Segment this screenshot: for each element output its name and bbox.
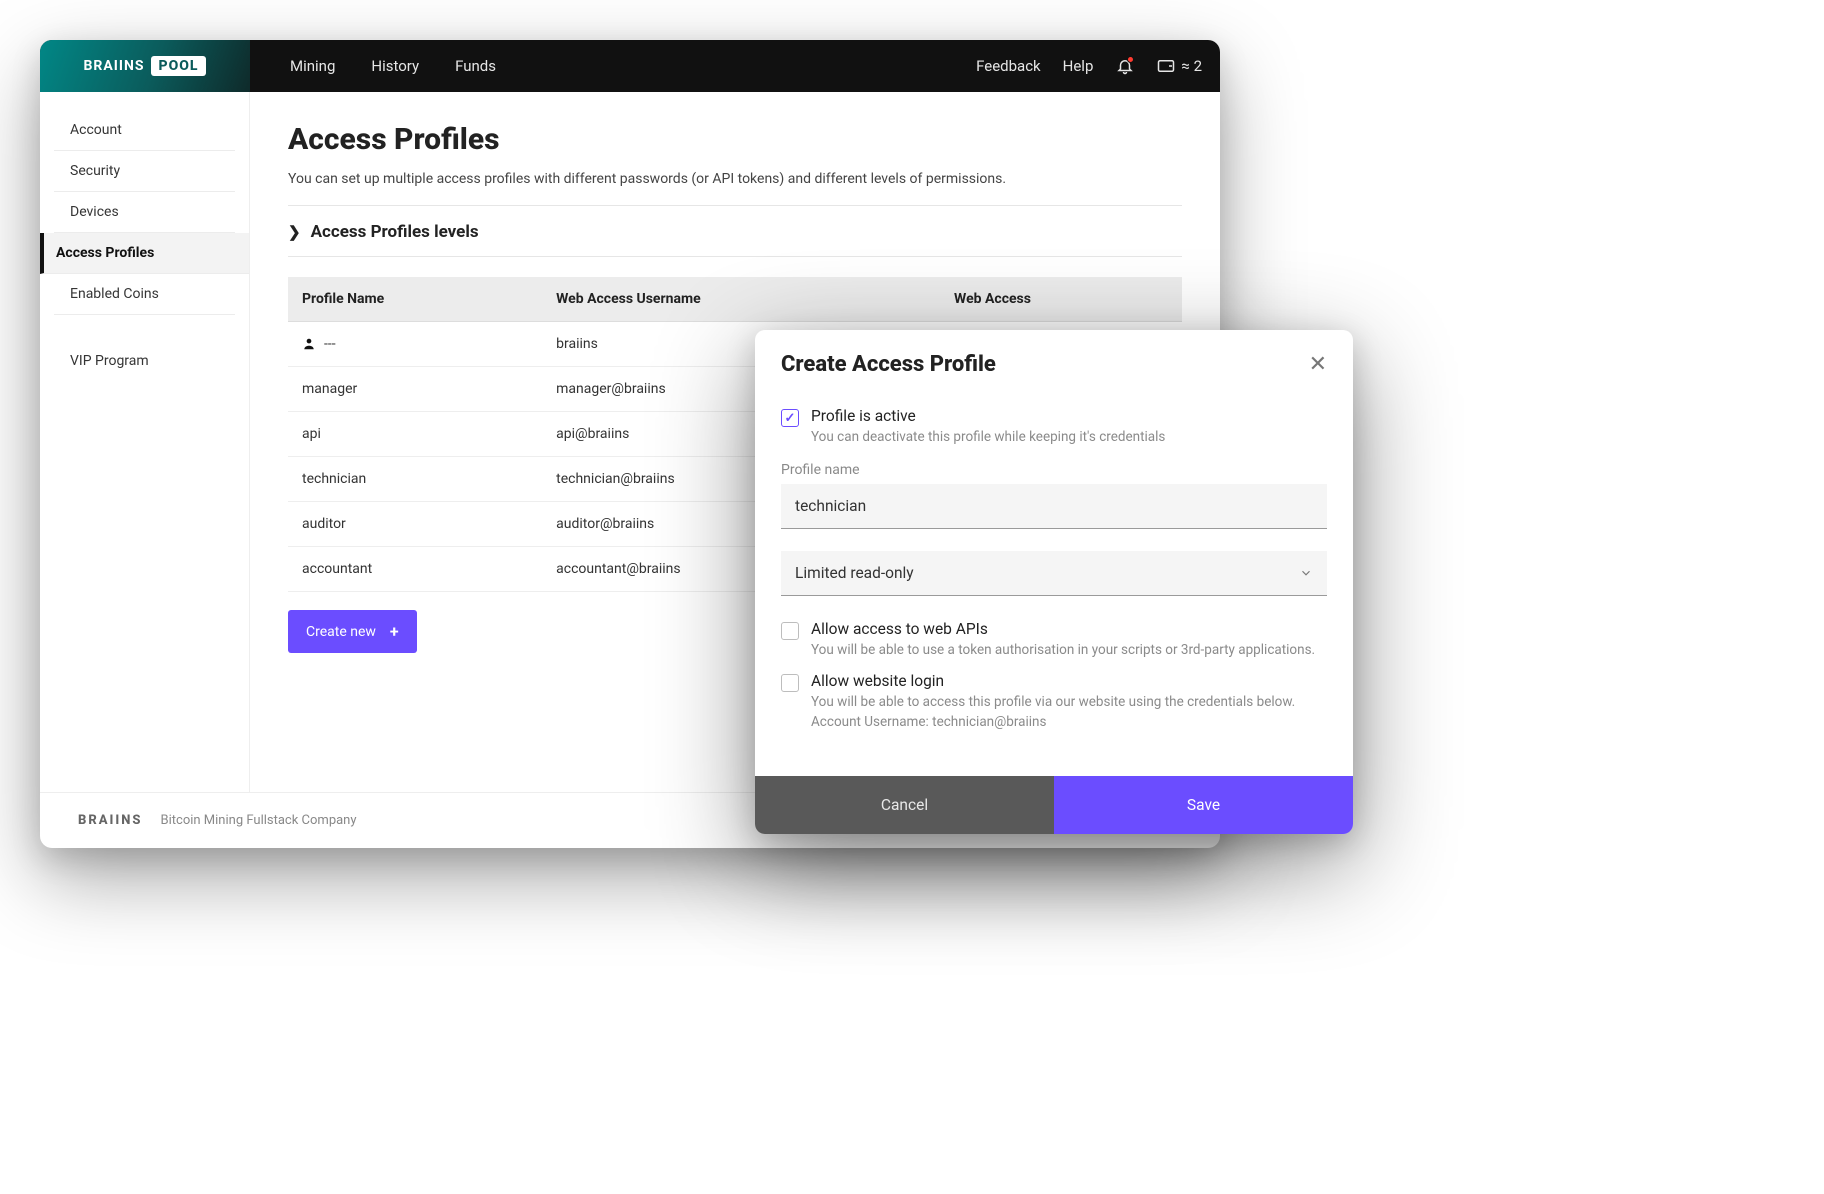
plus-icon: + bbox=[390, 622, 399, 641]
weblogin-row: Allow website login You will be able to … bbox=[781, 672, 1327, 732]
api-checkbox[interactable] bbox=[781, 622, 799, 640]
col-username: Web Access Username bbox=[542, 277, 940, 322]
cell-profile-name: api bbox=[288, 412, 542, 457]
active-desc: You can deactivate this profile while ke… bbox=[811, 428, 1165, 448]
top-right: Feedback Help ≈ 2 bbox=[976, 56, 1220, 76]
sidebar-item-devices[interactable]: Devices bbox=[54, 192, 235, 233]
page-title: Access Profiles bbox=[288, 122, 1182, 157]
top-nav: Mining History Funds bbox=[290, 57, 496, 75]
levels-toggle[interactable]: ❯ Access Profiles levels bbox=[288, 222, 1182, 242]
nav-history[interactable]: History bbox=[371, 57, 419, 75]
permission-select[interactable]: Limited read-only bbox=[781, 551, 1327, 596]
help-link[interactable]: Help bbox=[1063, 57, 1094, 75]
brand-logo[interactable]: BRAIINS POOL bbox=[40, 40, 250, 92]
sidebar-item-access-profiles[interactable]: Access Profiles bbox=[40, 233, 249, 274]
chevron-down-icon bbox=[1299, 566, 1313, 580]
sidebar: Account Security Devices Access Profiles… bbox=[40, 92, 250, 792]
permission-value: Limited read-only bbox=[795, 564, 914, 582]
divider bbox=[288, 205, 1182, 206]
nav-funds[interactable]: Funds bbox=[455, 57, 496, 75]
wallet-balance[interactable]: ≈ 2 bbox=[1157, 57, 1202, 75]
active-label: Profile is active bbox=[811, 407, 1165, 425]
create-new-label: Create new bbox=[306, 624, 376, 640]
save-button[interactable]: Save bbox=[1054, 776, 1353, 834]
notifications-icon[interactable] bbox=[1115, 56, 1135, 76]
api-row: Allow access to web APIs You will be abl… bbox=[781, 620, 1327, 661]
cancel-button[interactable]: Cancel bbox=[755, 776, 1054, 834]
col-web-access: Web Access bbox=[940, 277, 1182, 322]
api-desc: You will be able to use a token authoris… bbox=[811, 641, 1315, 661]
create-profile-modal: Create Access Profile ✕ Profile is activ… bbox=[755, 330, 1353, 834]
nav-mining[interactable]: Mining bbox=[290, 57, 335, 75]
active-row: Profile is active You can deactivate thi… bbox=[781, 407, 1327, 448]
logo-text-1: BRAIINS bbox=[84, 58, 145, 74]
create-new-button[interactable]: Create new + bbox=[288, 610, 417, 653]
feedback-link[interactable]: Feedback bbox=[976, 57, 1041, 75]
sidebar-item-enabled-coins[interactable]: Enabled Coins bbox=[54, 274, 235, 315]
topbar: BRAIINS POOL Mining History Funds Feedba… bbox=[40, 40, 1220, 92]
sidebar-item-vip[interactable]: VIP Program bbox=[54, 341, 235, 381]
modal-body: Profile is active You can deactivate thi… bbox=[755, 385, 1353, 764]
cell-profile-name: auditor bbox=[288, 502, 542, 547]
close-icon[interactable]: ✕ bbox=[1309, 352, 1327, 377]
divider bbox=[288, 256, 1182, 257]
weblogin-checkbox[interactable] bbox=[781, 674, 799, 692]
cell-profile-name: technician bbox=[288, 457, 542, 502]
col-profile-name: Profile Name bbox=[288, 277, 542, 322]
wallet-amount: ≈ 2 bbox=[1181, 57, 1202, 75]
cell-profile-name: --- bbox=[288, 322, 542, 367]
modal-header: Create Access Profile ✕ bbox=[755, 330, 1353, 385]
weblogin-label: Allow website login bbox=[811, 672, 1295, 690]
profile-name-input[interactable] bbox=[781, 484, 1327, 529]
user-icon bbox=[302, 337, 316, 351]
api-label: Allow access to web APIs bbox=[811, 620, 1315, 638]
footer-logo: BRAIINS bbox=[78, 813, 143, 828]
levels-label: Access Profiles levels bbox=[311, 222, 479, 242]
chevron-right-icon: ❯ bbox=[288, 223, 301, 241]
cell-profile-name: manager bbox=[288, 367, 542, 412]
logo-text-2: POOL bbox=[151, 56, 207, 76]
weblogin-desc: You will be able to access this profile … bbox=[811, 693, 1295, 732]
sidebar-item-account[interactable]: Account bbox=[54, 110, 235, 151]
footer-tagline: Bitcoin Mining Fullstack Company bbox=[161, 813, 357, 828]
cell-profile-name: accountant bbox=[288, 547, 542, 592]
profile-name-label: Profile name bbox=[781, 462, 1327, 478]
sidebar-item-security[interactable]: Security bbox=[54, 151, 235, 192]
page-subtitle: You can set up multiple access profiles … bbox=[288, 171, 1182, 187]
modal-actions: Cancel Save bbox=[755, 776, 1353, 834]
active-checkbox[interactable] bbox=[781, 409, 799, 427]
modal-title: Create Access Profile bbox=[781, 352, 996, 377]
